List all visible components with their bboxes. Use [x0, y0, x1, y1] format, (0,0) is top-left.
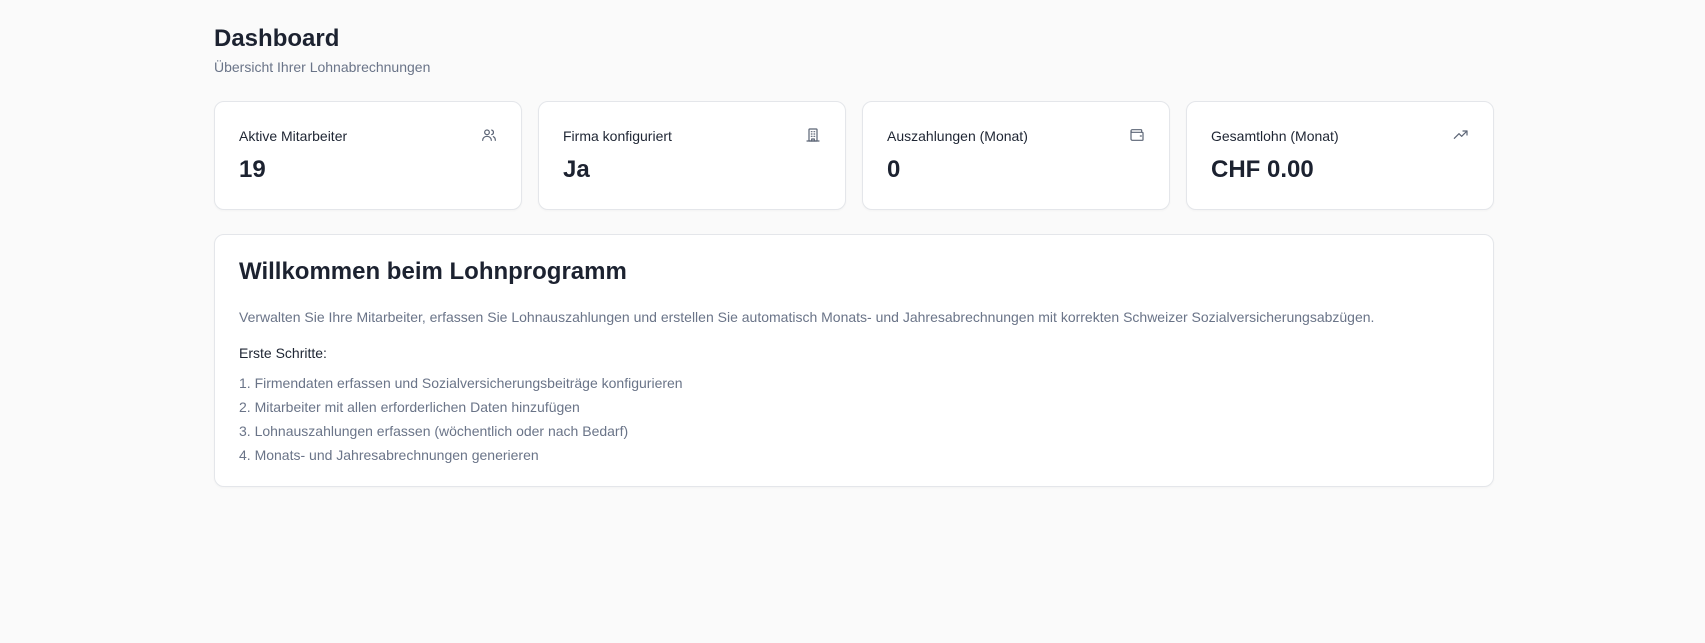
stat-value: 19 [239, 156, 266, 183]
stats-row: Aktive Mitarbeiter 19 Firma konfiguriert [214, 101, 1494, 210]
building-icon [805, 127, 821, 143]
steps-list: 1. Firmendaten erfassen und Sozialversic… [239, 371, 1469, 467]
page-subtitle: Übersicht Ihrer Lohnabrechnungen [214, 59, 431, 75]
stat-value: Ja [563, 156, 590, 183]
list-item: 1. Firmendaten erfassen und Sozialversic… [239, 375, 683, 391]
stat-card-company-configured: Firma konfiguriert Ja [538, 101, 846, 210]
stat-label: Gesamtlohn (Monat) [1211, 128, 1339, 144]
wallet-icon [1129, 127, 1145, 143]
list-item: 3. Lohnauszahlungen erfassen (wöchentlic… [239, 423, 629, 439]
stat-value: 0 [887, 156, 901, 183]
steps-heading: Erste Schritte: [239, 345, 327, 361]
stat-label: Auszahlungen (Monat) [887, 128, 1028, 144]
welcome-card: Willkommen beim Lohnprogramm Verwalten S… [214, 234, 1494, 487]
users-icon [481, 127, 497, 143]
welcome-title: Willkommen beim Lohnprogramm [239, 258, 627, 285]
stat-card-total-salary-month: Gesamtlohn (Monat) CHF 0.00 [1186, 101, 1494, 210]
stat-label: Aktive Mitarbeiter [239, 128, 348, 144]
trending-up-icon [1453, 127, 1469, 143]
list-item: 4. Monats- und Jahresabrechnungen generi… [239, 447, 539, 463]
stat-card-active-employees: Aktive Mitarbeiter 19 [214, 101, 522, 210]
list-item: 2. Mitarbeiter mit allen erforderlichen … [239, 399, 580, 415]
stat-label: Firma konfiguriert [563, 128, 672, 144]
page-title: Dashboard [214, 25, 340, 52]
welcome-description: Verwalten Sie Ihre Mitarbeiter, erfassen… [239, 309, 1375, 325]
stat-value: CHF 0.00 [1211, 156, 1314, 183]
stat-card-payouts-month: Auszahlungen (Monat) 0 [862, 101, 1170, 210]
dashboard-page: Dashboard Übersicht Ihrer Lohnabrechnung… [214, 24, 1494, 487]
